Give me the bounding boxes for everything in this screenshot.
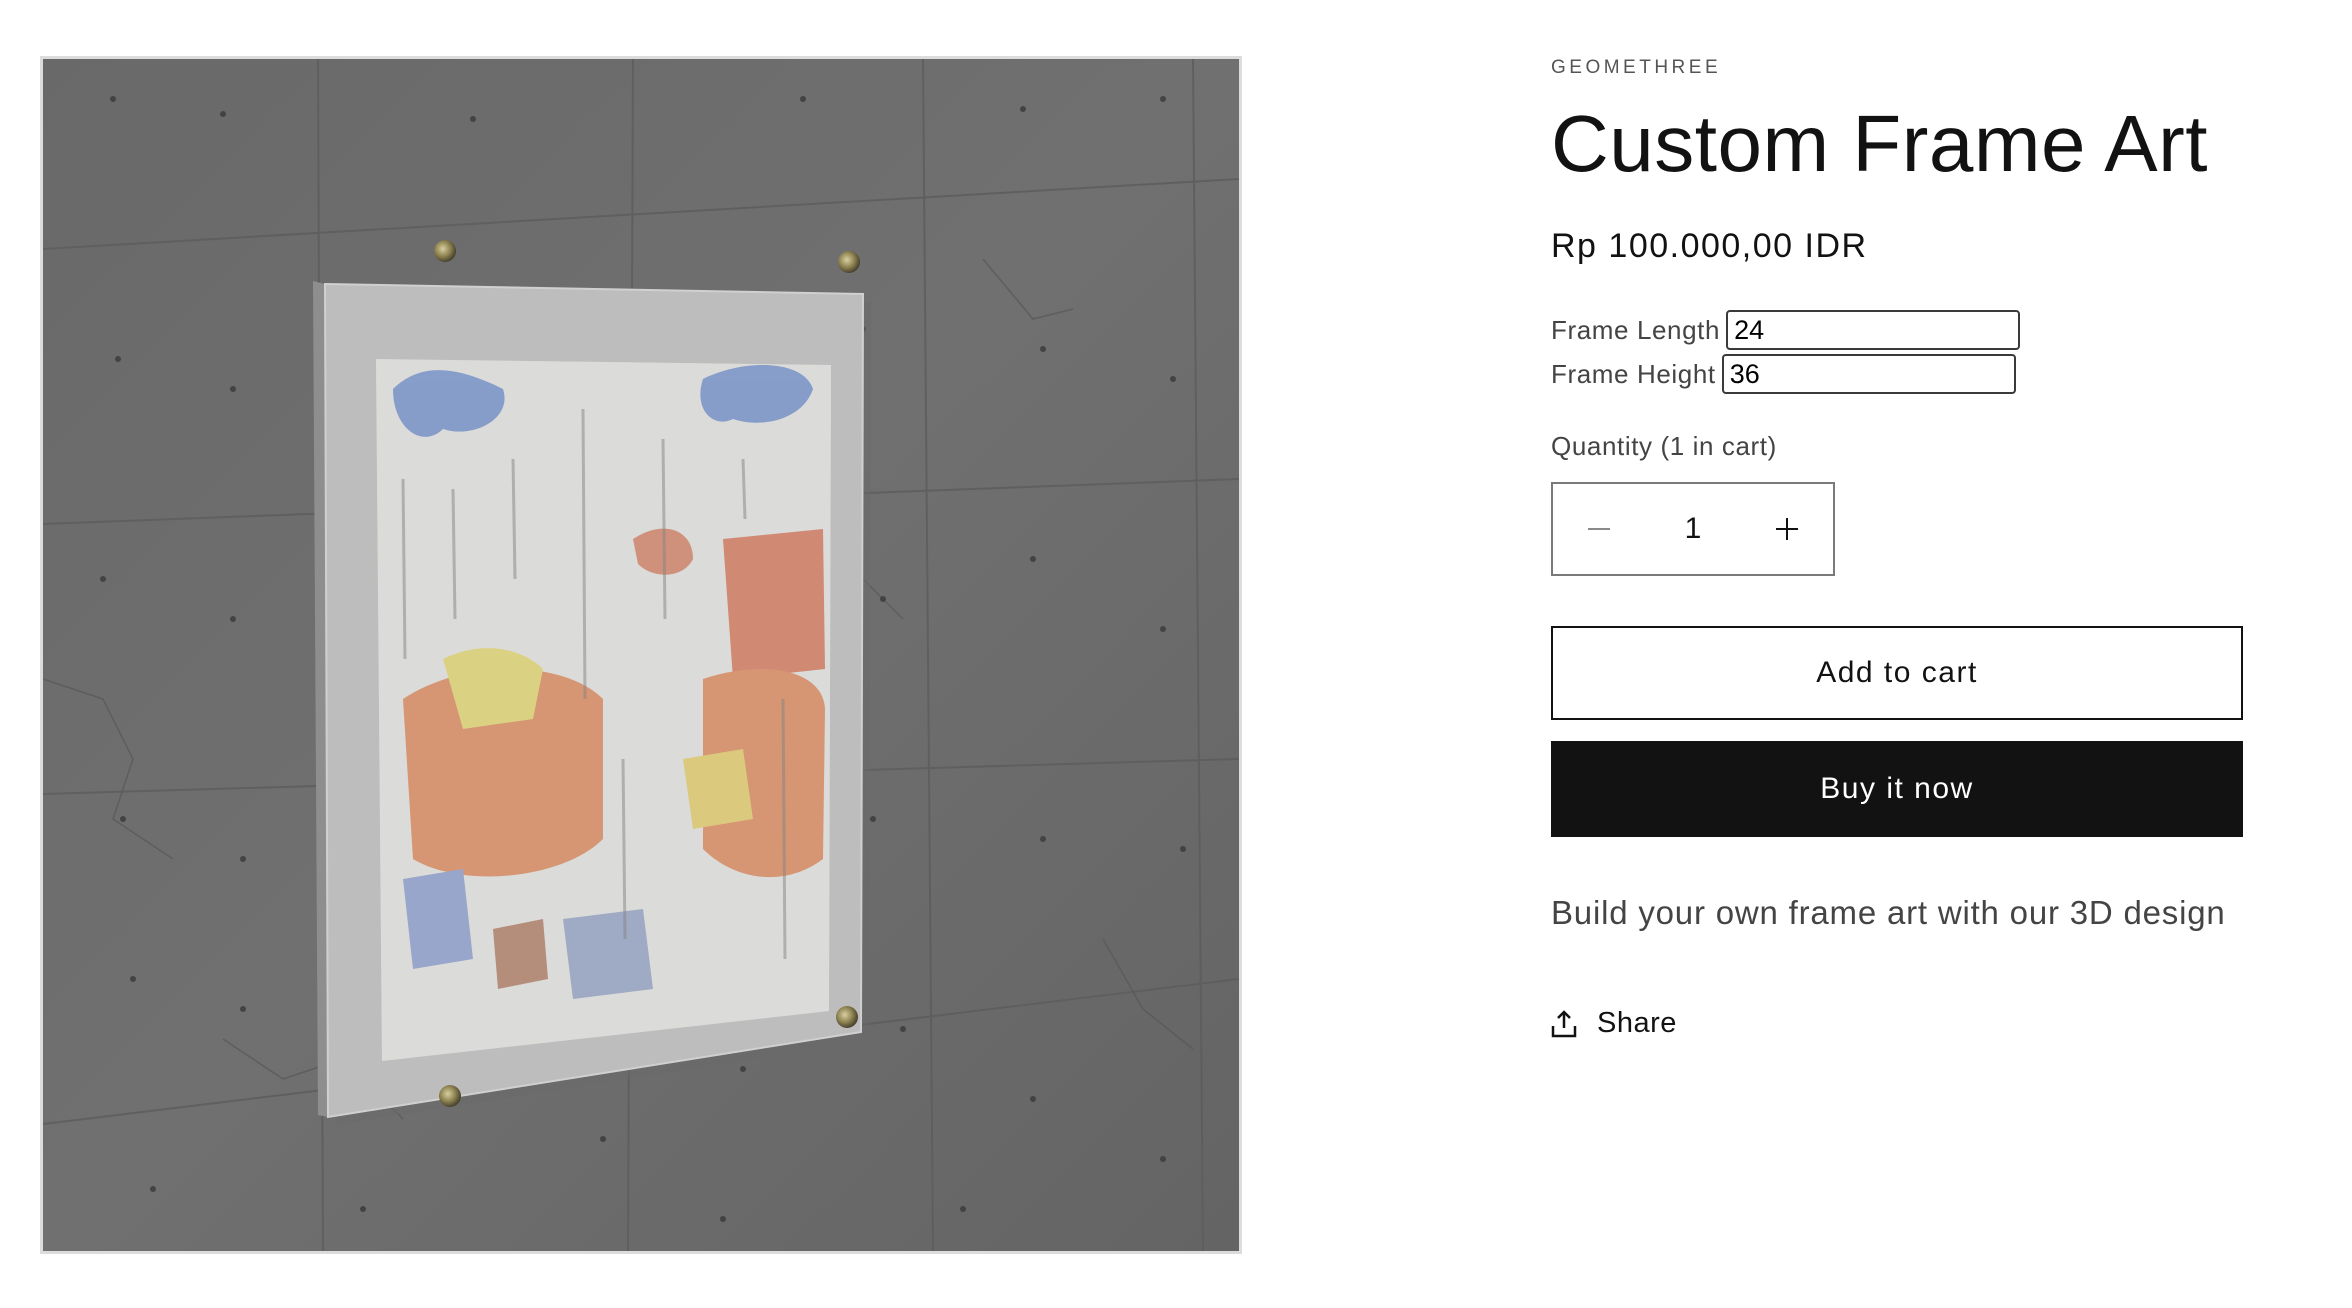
- frame-length-label: Frame Length: [1551, 314, 1721, 345]
- quantity-stepper: 1: [1551, 482, 1835, 576]
- plus-icon: [1776, 518, 1798, 540]
- quantity-increase-button[interactable]: [1741, 484, 1833, 574]
- product-media-viewer[interactable]: [40, 56, 1242, 1254]
- frame-height-label: Frame Height: [1551, 358, 1716, 389]
- product-title: Custom Frame Art: [1551, 99, 2209, 188]
- frame-height-row: Frame Height: [1551, 352, 2241, 396]
- share-button[interactable]: Share: [1551, 1007, 1691, 1040]
- product-description: Build your own frame art with our 3D des…: [1551, 894, 2226, 931]
- share-icon: [1551, 1009, 1577, 1037]
- minus-icon: [1588, 528, 1610, 530]
- add-to-cart-button[interactable]: Add to cart: [1551, 626, 2243, 720]
- product-vendor: GEOMETHREE: [1551, 57, 1722, 78]
- buy-it-now-button[interactable]: Buy it now: [1551, 741, 2243, 837]
- frame-length-row: Frame Length: [1551, 308, 2241, 352]
- product-price: Rp 100.000,00 IDR: [1551, 227, 1868, 265]
- quantity-value[interactable]: 1: [1648, 512, 1738, 546]
- product-info: GEOMETHREE Custom Frame Art Rp 100.000,0…: [1551, 54, 2243, 1040]
- frame-height-input[interactable]: [1721, 354, 2016, 394]
- custom-properties: Frame Length Frame Height: [1551, 308, 2241, 396]
- frame-length-input[interactable]: [1726, 310, 2021, 350]
- frame-3d-preview[interactable]: [43, 59, 1239, 1251]
- quantity-decrease-button[interactable]: [1553, 484, 1645, 574]
- quantity-label: Quantity (1 in cart): [1551, 431, 1777, 461]
- share-label: Share: [1597, 1007, 1677, 1039]
